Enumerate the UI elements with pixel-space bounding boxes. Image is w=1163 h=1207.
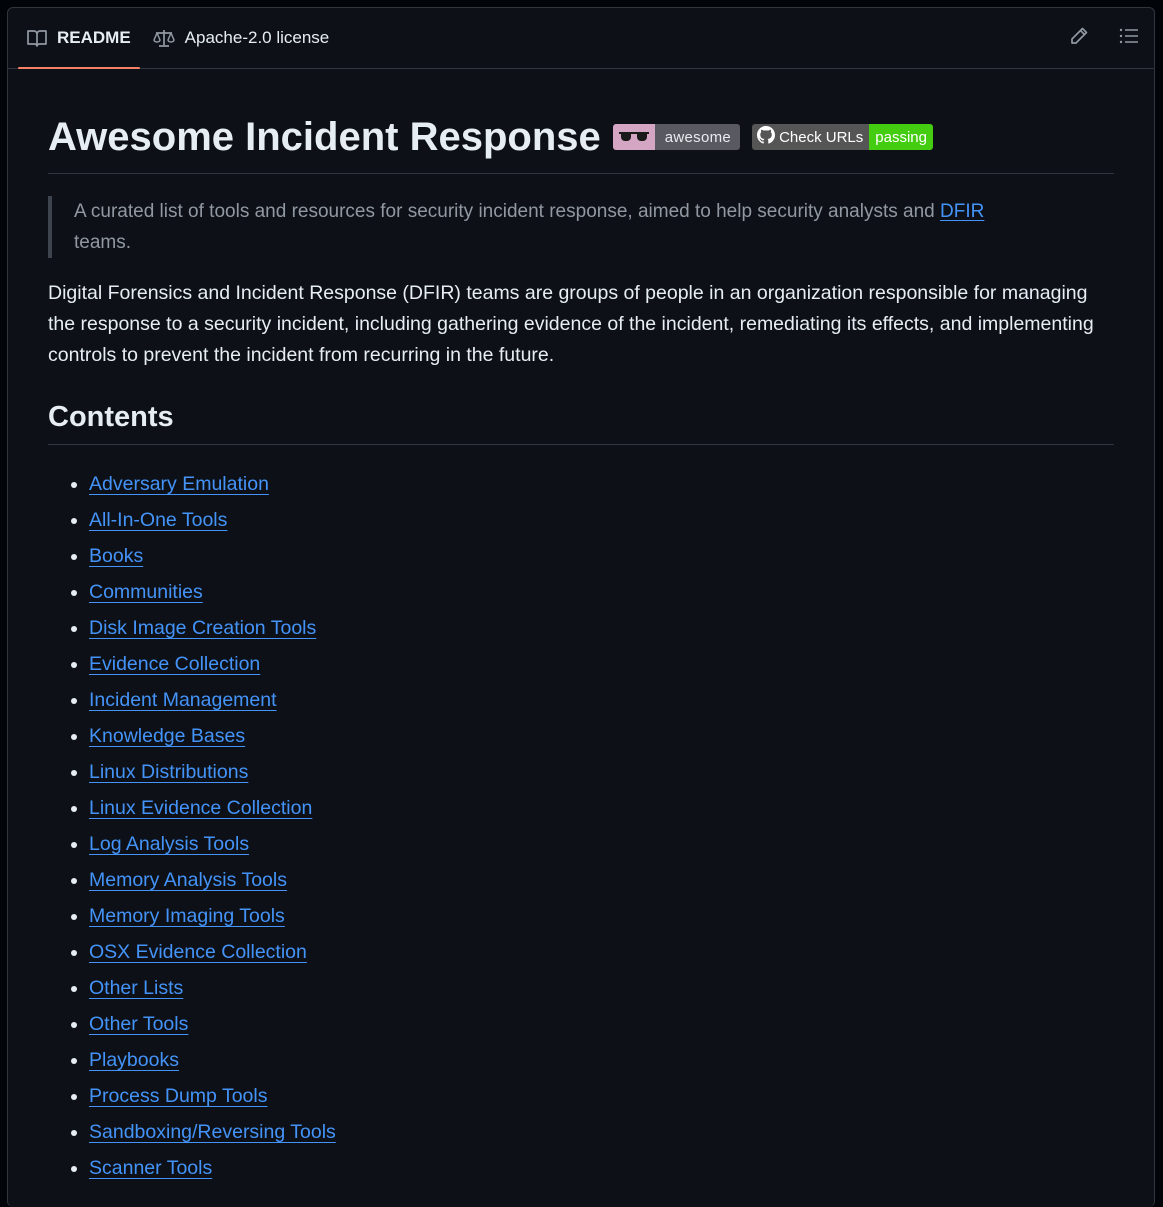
tab-readme[interactable]: README: [18, 8, 140, 69]
list-unordered-icon: [1119, 27, 1139, 50]
list-item: Evidence Collection: [89, 646, 1114, 682]
tab-license[interactable]: Apache-2.0 license: [144, 8, 339, 68]
list-item: Knowledge Bases: [89, 718, 1114, 754]
intro-paragraph: Digital Forensics and Incident Response …: [48, 282, 1094, 366]
contents-link[interactable]: Knowledge Bases: [89, 725, 245, 747]
list-item: Process Dump Tools: [89, 1078, 1114, 1114]
quote-text: A curated list of tools and resources fo…: [74, 201, 941, 222]
contents-link[interactable]: Books: [89, 545, 143, 567]
list-item: Other Tools: [89, 1006, 1114, 1042]
contents-link[interactable]: Evidence Collection: [89, 653, 260, 675]
contents-list: Adversary Emulation All-In-One Tools Books…: [48, 466, 1114, 1186]
pencil-icon: [1069, 26, 1089, 51]
tab-readme-label: README: [57, 28, 131, 47]
list-item: Adversary Emulation: [89, 466, 1114, 502]
list-item: Linux Distributions: [89, 754, 1114, 790]
list-item: Incident Management: [89, 682, 1114, 718]
contents-link[interactable]: Playbooks: [89, 1049, 179, 1071]
check-urls-badge-status: passing: [869, 124, 933, 150]
list-item: Memory Analysis Tools: [89, 862, 1114, 898]
list-item: Other Lists: [89, 970, 1114, 1006]
list-item: Sandboxing/Reversing Tools: [89, 1114, 1114, 1150]
check-urls-badge-label-wrap: Check URLs: [752, 124, 870, 150]
quote-tail: teams.: [74, 232, 132, 253]
list-item: Books: [89, 538, 1114, 574]
contents-link[interactable]: Incident Management: [89, 689, 277, 711]
readme-panel: README Apache-2.0 license Awesome Incide…: [7, 7, 1155, 1207]
contents-link[interactable]: Linux Distributions: [89, 761, 248, 783]
contents-heading: Contents: [48, 401, 1114, 445]
github-icon: [757, 126, 779, 148]
title-row: Awesome Incident Response awesome Check …: [48, 115, 1114, 174]
book-icon: [27, 29, 47, 47]
tab-license-label: Apache-2.0 license: [184, 28, 330, 47]
readme-tabbar: README Apache-2.0 license: [8, 8, 1154, 69]
outline-button[interactable]: [1114, 23, 1144, 53]
law-scale-icon: [152, 28, 175, 48]
contents-link[interactable]: Log Analysis Tools: [89, 833, 249, 855]
contents-link[interactable]: Scanner Tools: [89, 1157, 212, 1179]
contents-link[interactable]: OSX Evidence Collection: [89, 941, 307, 963]
list-item: Log Analysis Tools: [89, 826, 1114, 862]
description-quote: A curated list of tools and resources fo…: [48, 196, 1114, 258]
list-item: Linux Evidence Collection: [89, 790, 1114, 826]
contents-link[interactable]: Other Tools: [89, 1013, 188, 1035]
contents-link[interactable]: Memory Imaging Tools: [89, 905, 285, 927]
contents-link[interactable]: Sandboxing/Reversing Tools: [89, 1121, 336, 1143]
contents-link[interactable]: Disk Image Creation Tools: [89, 617, 316, 639]
list-item: Disk Image Creation Tools: [89, 610, 1114, 646]
readme-content: Awesome Incident Response awesome Check …: [8, 115, 1154, 1186]
list-item: Scanner Tools: [89, 1150, 1114, 1186]
list-item: Communities: [89, 574, 1114, 610]
contents-link[interactable]: All-In-One Tools: [89, 509, 227, 531]
check-urls-badge-label: Check URLs: [779, 128, 864, 146]
edit-button[interactable]: [1064, 23, 1094, 53]
check-urls-badge[interactable]: Check URLs passing: [752, 124, 933, 150]
awesome-badge-label: awesome: [654, 124, 741, 150]
list-item: OSX Evidence Collection: [89, 934, 1114, 970]
page-title: Awesome Incident Response: [48, 115, 601, 159]
contents-link[interactable]: Process Dump Tools: [89, 1085, 267, 1107]
contents-link[interactable]: Memory Analysis Tools: [89, 869, 287, 891]
list-item: All-In-One Tools: [89, 502, 1114, 538]
list-item: Memory Imaging Tools: [89, 898, 1114, 934]
awesome-badge[interactable]: awesome: [612, 124, 741, 150]
contents-link[interactable]: Adversary Emulation: [89, 473, 269, 495]
contents-link[interactable]: Other Lists: [89, 977, 183, 999]
list-item: Playbooks: [89, 1042, 1114, 1078]
contents-link[interactable]: Communities: [89, 581, 203, 603]
sunglasses-icon: [612, 124, 655, 150]
contents-link[interactable]: Linux Evidence Collection: [89, 797, 312, 819]
dfir-link[interactable]: DFIR: [940, 201, 984, 222]
